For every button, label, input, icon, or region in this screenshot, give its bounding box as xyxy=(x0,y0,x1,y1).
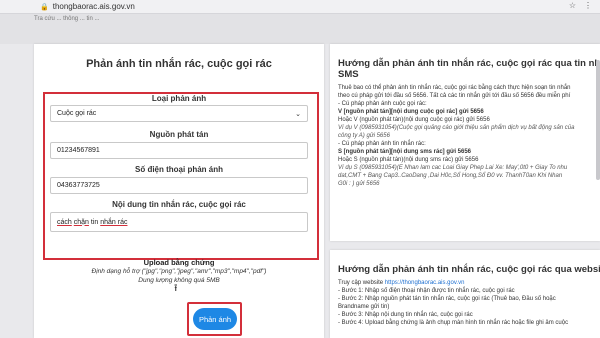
star-icon[interactable]: ☆ xyxy=(569,1,576,10)
web-guide-step: - Bước 4: Upload bằng chứng là ảnh chụp … xyxy=(338,320,569,326)
content-textarea[interactable]: cách chặn tin nhắn rác xyxy=(50,212,308,232)
upload-label: Upload bằng chứng xyxy=(143,258,215,267)
lock-icon: 🔒 xyxy=(40,3,49,11)
content-label: Nội dung tin nhắn rác, cuộc gọi rác xyxy=(112,200,246,209)
sms-guide-card: Hướng dẫn phản ánh tin nhắn rác, cuộc gọ… xyxy=(330,44,600,241)
sms-guide-line: Hoặc S (nguồn phát tán)(nội dung sms rác… xyxy=(338,157,479,163)
content-word: cách xyxy=(57,218,72,226)
sms-guide-line: theo cú pháp gửi tới đầu số 5656. Tất cả… xyxy=(338,93,571,99)
sms-guide-title: Hướng dẫn phản ánh tin nhắn rác, cuộc gọ… xyxy=(338,58,600,69)
form-title: Phản ánh tin nhắn rác, cuộc gọi rác xyxy=(86,58,272,70)
report-type-value: Cuộc gọi rác xyxy=(57,110,97,117)
web-guide-step: - Bước 3: Nhập nội dung tin nhắn rác, cu… xyxy=(338,312,473,318)
chevron-down-icon: ⌄ xyxy=(295,111,301,118)
content-word: nhắn rác xyxy=(100,218,128,226)
phone-input[interactable]: 04363773725 xyxy=(50,177,308,194)
sms-guide-line: V [nguồn phát tán][nội dung cuộc gọi rác… xyxy=(338,109,484,115)
website-link[interactable]: https://thongbaorac.ais.gov.vn xyxy=(385,280,465,286)
source-label: Nguồn phát tán xyxy=(149,130,209,139)
content-word: tin xyxy=(88,218,101,226)
upload-formats: Định dạng hỗ trợ ("jpg","png","jpeg","am… xyxy=(91,268,267,275)
sms-guide-line: công ty A) gửi 5656 xyxy=(338,133,390,139)
source-input[interactable]: 01234567891 xyxy=(50,142,308,159)
browser-toolbar: 🔒 thongbaorac.ais.gov.vn ☆ ⋮ xyxy=(0,0,600,14)
sms-guide-line: dat,CMT + Bang Cap3..CaoDang ,Dai H0c,Sổ… xyxy=(338,173,563,179)
content-word: chặn xyxy=(73,218,89,226)
sms-guide-line: S [nguồn phát tán][nội dung sms rác] gửi… xyxy=(338,149,472,155)
sms-guide-line: - Cú pháp phản ánh tin nhắn rác: xyxy=(338,141,426,147)
upload-icon[interactable]: ⭱ xyxy=(174,281,178,298)
url-text: thongbaorac.ais.gov.vn xyxy=(52,2,135,11)
scrollbar[interactable] xyxy=(596,60,600,180)
web-guide-step: - Bước 2: Nhập nguồn phát tán tin nhắn r… xyxy=(338,296,556,302)
address-bar[interactable]: 🔒 thongbaorac.ais.gov.vn xyxy=(40,1,135,12)
source-value: 01234567891 xyxy=(57,147,100,154)
sms-guide-line: G0i : ) gửi 5656 xyxy=(338,181,380,187)
type-label: Loại phản ánh xyxy=(151,94,207,103)
menu-icon[interactable]: ⋮ xyxy=(584,1,592,10)
sms-guide-line: Hoặc V (nguồn phát tán)(nội dung cuộc gọ… xyxy=(338,117,490,123)
report-type-select[interactable]: Cuộc gọi rác ⌄ xyxy=(50,105,308,122)
phone-label: Số điện thoại phản ánh xyxy=(135,165,223,174)
sms-guide-line: - Cú pháp phản ánh cuộc gọi rác: xyxy=(338,101,427,107)
phone-value: 04363773725 xyxy=(57,182,100,189)
access-prefix: Truy cập website xyxy=(338,280,385,286)
sms-guide-title-2: SMS xyxy=(338,69,359,80)
report-form-panel: Phản ánh tin nhắn rác, cuộc gọi rác Loại… xyxy=(34,44,324,338)
web-guide-title: Hướng dẫn phản ánh tin nhắn rác, cuộc gọ… xyxy=(338,264,600,275)
submit-button[interactable]: Phản ánh xyxy=(193,308,237,330)
web-guide-card: Hướng dẫn phản ánh tin nhắn rác, cuộc gọ… xyxy=(330,250,600,338)
web-guide-step: Brandname gửi tin) xyxy=(338,304,390,310)
page-header-strip: Tra cứu ... thông ... tin ... xyxy=(0,14,600,44)
web-guide-step: - Bước 1: Nhập số điện thoại nhận được t… xyxy=(338,288,515,294)
sms-guide-line: Ví dụ S (0985931054)(E Nhan lam cac Loai… xyxy=(338,165,568,171)
sms-guide-line: Ví dụ V (0985931054)(Cuộc gọi quảng cáo … xyxy=(338,125,575,131)
header-nav-text[interactable]: Tra cứu ... thông ... tin ... xyxy=(34,16,100,22)
sms-guide-line: Thuê bao có thể phản ánh tin nhắn rác, c… xyxy=(338,85,571,91)
upload-size: Dung lượng không quá 5MB xyxy=(138,277,220,284)
